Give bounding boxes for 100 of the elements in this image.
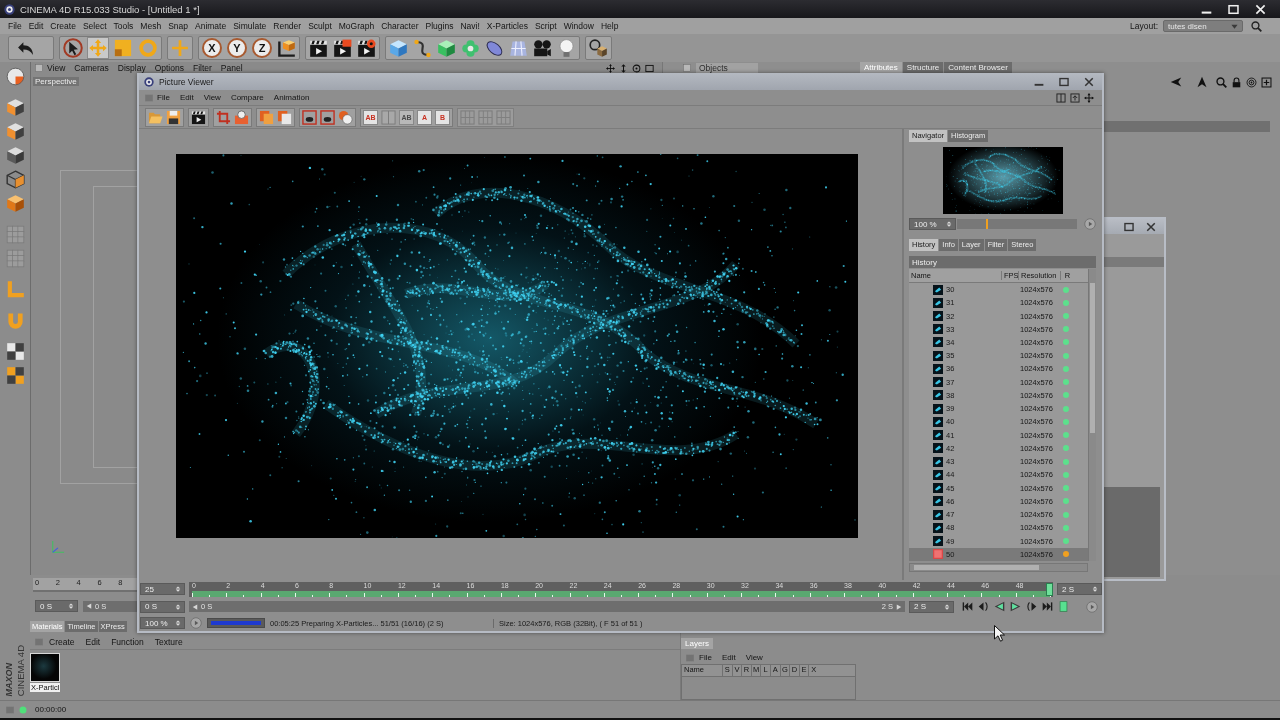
time-field[interactable]: 0 S xyxy=(140,600,185,613)
cube-icon[interactable] xyxy=(5,146,25,165)
menu-item[interactable]: Simulate xyxy=(233,21,267,31)
zoom-field[interactable]: 100 % xyxy=(140,617,185,629)
search-icon[interactable] xyxy=(1251,20,1262,32)
menu-item[interactable]: View xyxy=(203,93,221,102)
menu-item[interactable]: Mesh xyxy=(140,21,162,31)
material-preview-drawing[interactable] xyxy=(30,653,60,682)
menu-item[interactable]: Animate xyxy=(195,21,227,31)
menu-item[interactable]: Edit xyxy=(721,653,736,662)
menu-item[interactable]: File xyxy=(8,21,22,31)
playhead-handle[interactable] xyxy=(1046,582,1053,596)
cube-icon[interactable] xyxy=(5,98,25,117)
scrollbar-thumb[interactable] xyxy=(1090,283,1095,433)
axis-lock-button[interactable]: X xyxy=(202,38,222,58)
menu-item[interactable]: Filter xyxy=(192,63,212,73)
menu-item[interactable]: Animation xyxy=(273,93,310,102)
four-way-arrow-icon[interactable] xyxy=(606,63,615,73)
checkbox-icon[interactable] xyxy=(683,64,691,72)
move-icon[interactable] xyxy=(1084,92,1094,103)
frame-rate-field[interactable]: 25 xyxy=(140,583,185,595)
menu-item[interactable]: Sculpt xyxy=(308,21,332,31)
up-arrow-icon[interactable] xyxy=(1196,76,1208,88)
spinner-icon[interactable] xyxy=(1092,586,1098,592)
right-arrow-icon[interactable] xyxy=(896,603,902,610)
menu-item[interactable]: Texture xyxy=(154,637,183,647)
spinner-icon[interactable] xyxy=(175,586,181,592)
light-bulb-icon[interactable] xyxy=(557,38,576,58)
cube-icon[interactable] xyxy=(389,38,408,58)
clapperboard-icon[interactable] xyxy=(357,38,376,58)
left-arrow-icon[interactable] xyxy=(86,603,92,609)
menu-item[interactable]: Edit xyxy=(179,93,194,102)
wireframe-cube-icon[interactable] xyxy=(5,170,25,189)
maximize-icon[interactable] xyxy=(1059,76,1069,87)
spinner-icon[interactable] xyxy=(175,603,181,610)
floor-grid-icon[interactable] xyxy=(509,38,528,58)
layout-dropdown[interactable]: tutes dlsen xyxy=(1163,20,1243,32)
play-icon[interactable] xyxy=(1010,601,1021,612)
panel-tab[interactable]: Structure xyxy=(902,62,944,74)
time-field[interactable]: 0 S xyxy=(35,600,78,612)
panel-tab[interactable]: Objects xyxy=(696,63,758,73)
spinner-icon[interactable] xyxy=(944,603,950,610)
menu-item[interactable]: Compare xyxy=(230,93,264,102)
menu-item[interactable]: File xyxy=(157,93,170,102)
up-down-arrow-icon[interactable] xyxy=(619,63,628,73)
axis-lock-button[interactable]: Y xyxy=(227,38,247,58)
oval-icon[interactable] xyxy=(485,38,504,58)
zoom-slider[interactable] xyxy=(957,219,1077,229)
menu-item[interactable]: Character xyxy=(381,21,419,31)
menu-item[interactable]: View xyxy=(745,653,763,662)
circle-dot-icon[interactable] xyxy=(632,63,641,73)
spinner-icon[interactable] xyxy=(175,620,181,626)
scale-square-icon[interactable] xyxy=(113,38,133,58)
menu-item[interactable]: File xyxy=(699,653,712,662)
menu-item[interactable]: Render xyxy=(273,21,302,31)
menu-item[interactable]: Function xyxy=(111,637,144,647)
circle-play-icon[interactable] xyxy=(190,617,202,629)
menu-item[interactable]: Help xyxy=(600,21,619,31)
menu-item[interactable]: Select xyxy=(82,21,107,31)
horizontal-scrollbar[interactable] xyxy=(909,563,1088,572)
back-arrow-icon[interactable] xyxy=(1170,76,1182,88)
lock-icon[interactable] xyxy=(1231,76,1242,88)
scrollbar-thumb[interactable] xyxy=(914,565,1039,570)
flower-icon[interactable] xyxy=(461,38,480,58)
play-backward-icon[interactable] xyxy=(994,601,1005,612)
navigator-thumbnail-drawing[interactable] xyxy=(942,147,1063,214)
menu-item[interactable]: Edit xyxy=(28,21,44,31)
expand-panel-icon[interactable] xyxy=(1070,92,1080,103)
menu-item[interactable]: View xyxy=(47,63,66,73)
menu-item[interactable]: Display xyxy=(117,63,146,73)
menu-item[interactable]: Navi! xyxy=(460,21,480,31)
clapperboard-icon[interactable] xyxy=(333,38,352,58)
skip-to-start-icon[interactable] xyxy=(962,601,973,612)
circle-play-icon[interactable] xyxy=(1086,600,1098,613)
menu-item[interactable]: MoGraph xyxy=(338,21,375,31)
maximize-icon[interactable] xyxy=(1124,221,1134,232)
camera-icon[interactable] xyxy=(533,38,552,58)
vertical-scrollbar[interactable] xyxy=(1088,269,1096,561)
menu-item[interactable]: Plugins xyxy=(425,21,454,31)
checkerboard-icon[interactable] xyxy=(5,366,25,385)
menu-item[interactable]: Create xyxy=(50,21,76,31)
rectangle-toggle-icon[interactable] xyxy=(1058,601,1069,612)
menu-item[interactable]: Edit xyxy=(85,637,101,647)
menu-item[interactable]: X-Particles xyxy=(486,21,528,31)
menu-item[interactable]: Options xyxy=(154,63,184,73)
target-icon[interactable] xyxy=(1246,76,1257,88)
coordinate-axes-icon[interactable] xyxy=(277,38,296,58)
next-frame-icon[interactable] xyxy=(1026,601,1037,612)
time-field[interactable]: 2 S xyxy=(909,600,954,613)
checkbox-icon[interactable] xyxy=(35,64,43,72)
search-icon[interactable] xyxy=(1216,76,1227,88)
zoom-field[interactable]: 100 % xyxy=(909,218,956,230)
stacked-pages-icon[interactable] xyxy=(277,109,292,125)
menu-item[interactable]: Snap xyxy=(168,21,188,31)
menu-item[interactable]: Window xyxy=(563,21,594,31)
box-with-circle-icon[interactable] xyxy=(234,109,249,125)
menu-item[interactable]: Cameras xyxy=(74,63,109,73)
panel-tab[interactable]: Content Browser xyxy=(944,62,1012,74)
menu-item[interactable]: Script xyxy=(534,21,557,31)
menu-item[interactable]: Create xyxy=(49,637,75,647)
